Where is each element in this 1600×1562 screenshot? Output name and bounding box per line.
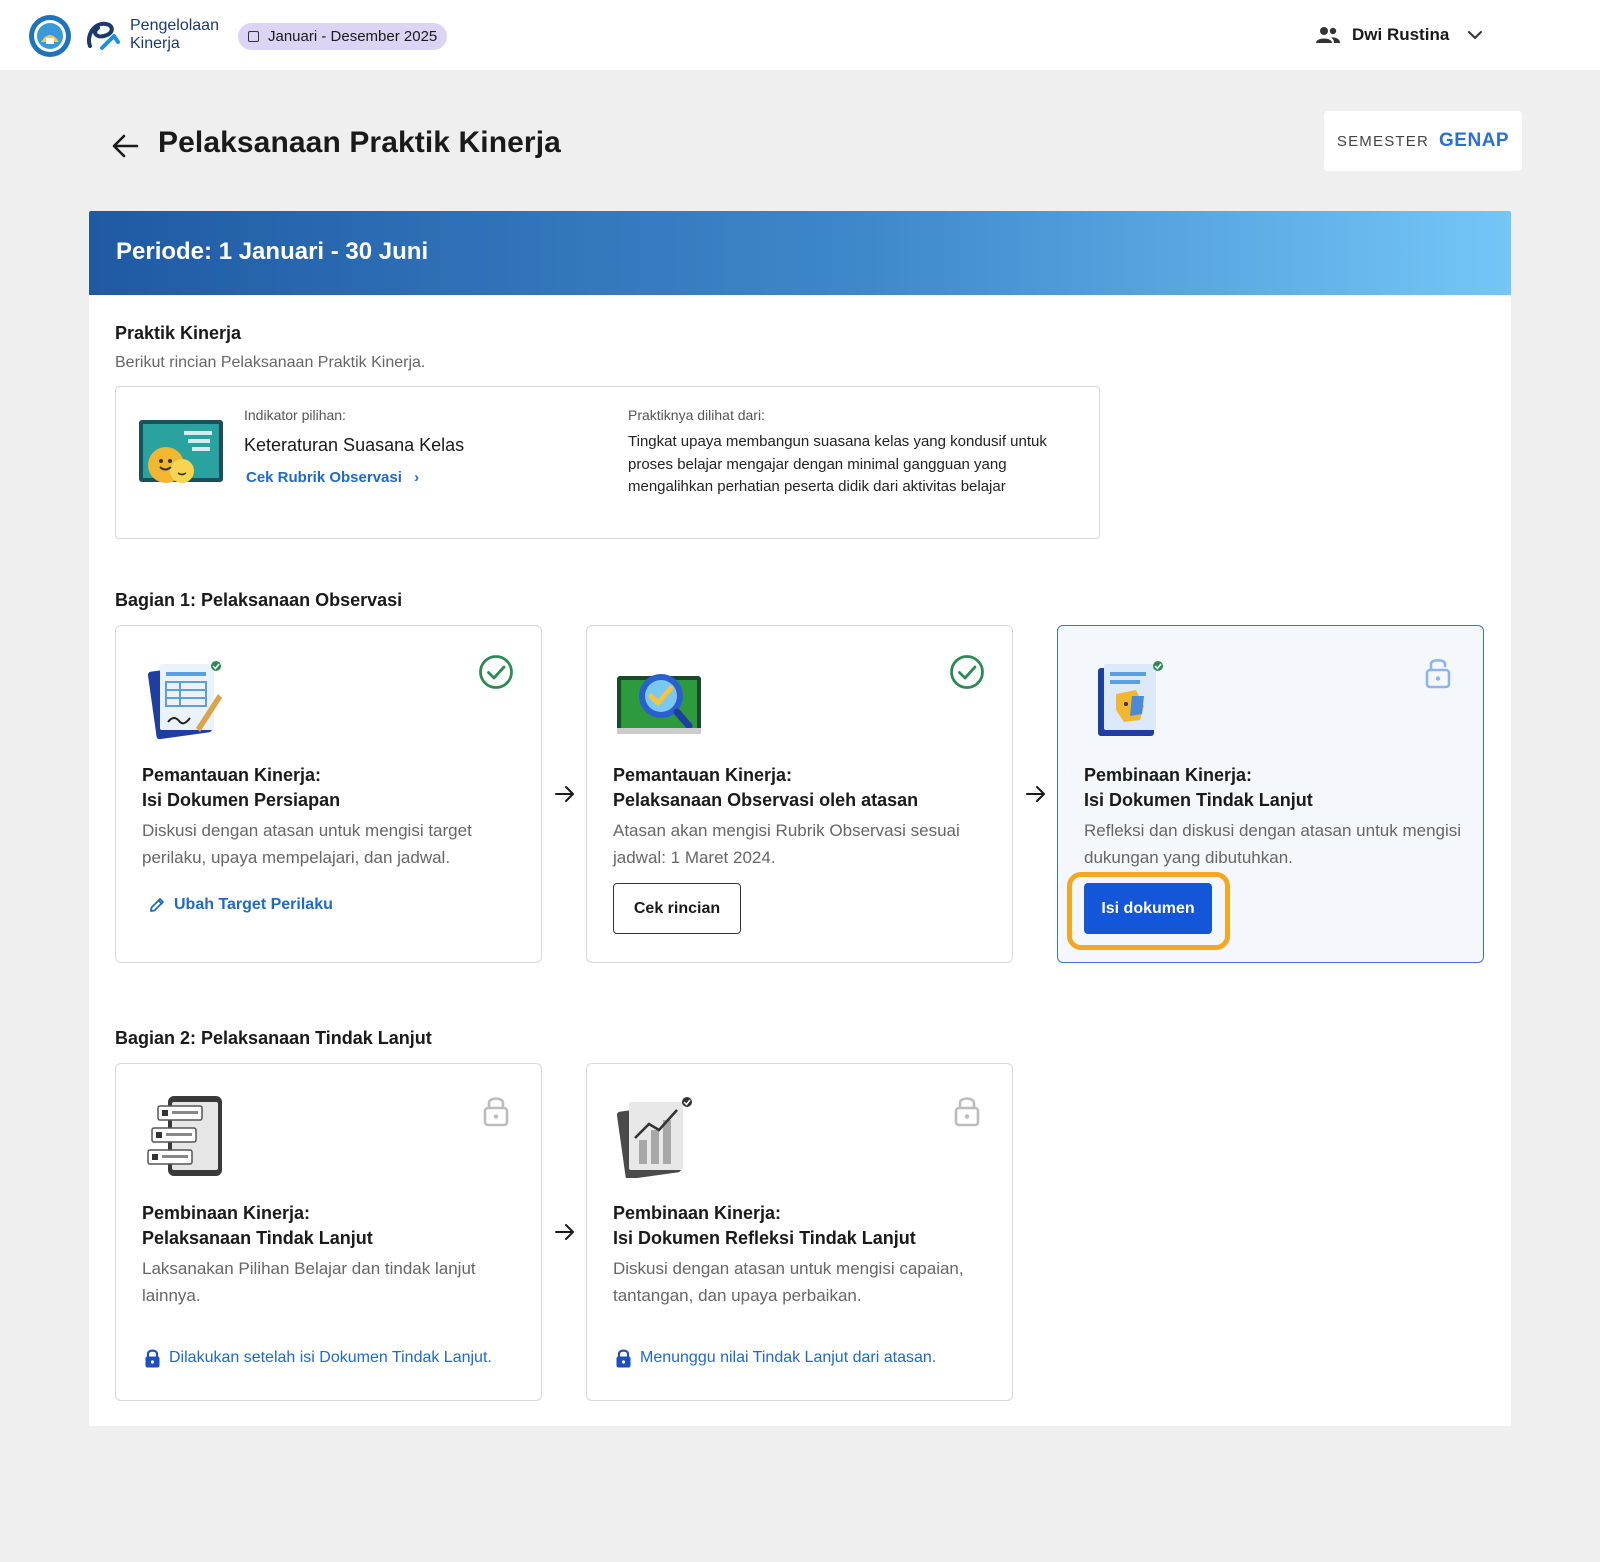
user-name: Dwi Rustina <box>1352 25 1450 44</box>
ministry-emblem-icon <box>29 15 71 57</box>
lock-icon <box>954 1097 980 1127</box>
arrow-right-icon <box>555 1224 574 1240</box>
period-chip-label: Januari - Desember 2025 <box>268 28 438 45</box>
period-chip[interactable]: Januari - Desember 2025 <box>238 23 448 50</box>
check-circle-icon <box>479 655 513 689</box>
bagian-2-title: Bagian 2: Pelaksanaan Tindak Lanjut <box>115 1028 432 1048</box>
pencil-icon <box>150 898 164 912</box>
step-description: Atasan akan mengisi Rubrik Observasi ses… <box>613 821 960 867</box>
edit-target-link[interactable]: Ubah Target Perilaku <box>148 896 333 914</box>
semester-indicator: SEMESTER GENAP <box>1324 111 1522 171</box>
lock-filled-icon <box>616 1349 631 1368</box>
document-preparation-icon <box>147 661 222 740</box>
step-card-isi-dokumen-persiapan: Pemantauan Kinerja: Isi Dokumen Persiapa… <box>115 625 542 963</box>
step-title-line-2: Pelaksanaan Observasi oleh atasan <box>613 790 919 810</box>
step-title-line-1: Pemantauan Kinerja: <box>613 765 793 785</box>
isi-dokumen-button[interactable]: Isi dokumen <box>1084 883 1212 934</box>
brand-logo-icon <box>87 21 120 50</box>
cek-rincian-button[interactable]: Cek rincian <box>613 883 741 934</box>
edit-target-label: Ubah Target Perilaku <box>174 896 333 913</box>
brand-name: Pengelolaan Kinerja <box>130 17 219 53</box>
practice-description: Tingkat upaya membangun suasana kelas ya… <box>628 433 1047 495</box>
brand-line-1: Pengelolaan <box>130 17 219 34</box>
back-arrow-icon[interactable] <box>110 131 140 161</box>
step-card-isi-dokumen-tindak-lanjut: Pembinaan Kinerja: Isi Dokumen Tindak La… <box>1057 625 1484 963</box>
step-title: Pemantauan Kinerja: Pelaksanaan Observas… <box>613 763 993 813</box>
step-description: Diskusi dengan atasan untuk mengisi targ… <box>142 821 472 867</box>
locked-note-text: Dilakukan setelah isi Dokumen Tindak Lan… <box>169 1349 492 1366</box>
lock-filled-icon <box>145 1349 160 1368</box>
locked-note-text: Menunggu nilai Tindak Lanjut dari atasan… <box>640 1349 937 1366</box>
semester-label: SEMESTER <box>1336 132 1430 150</box>
users-icon <box>1316 27 1340 43</box>
step-title-line-1: Pembinaan Kinerja: <box>613 1203 782 1223</box>
period-banner: Periode: 1 Januari - 30 Juni <box>89 211 1511 295</box>
indicator-name: Keteraturan Suasana Kelas <box>244 435 465 455</box>
classroom-illustration-icon <box>139 420 223 483</box>
step-card-refleksi-tindak-lanjut: Pembinaan Kinerja: Isi Dokumen Refleksi … <box>586 1063 1013 1401</box>
praktik-title: Praktik Kinerja <box>115 323 242 343</box>
praktik-subtitle: Berikut rincian Pelaksanaan Praktik Kine… <box>115 354 426 371</box>
step-card-pelaksanaan-observasi: Pemantauan Kinerja: Pelaksanaan Observas… <box>586 625 1013 963</box>
follow-up-document-icon <box>1098 661 1163 736</box>
period-banner-text: Periode: 1 Januari - 30 Juni <box>116 238 429 265</box>
brand-line-2: Kinerja <box>130 35 180 52</box>
user-menu[interactable]: Dwi Rustina <box>1316 20 1483 50</box>
semester-value: GENAP <box>1439 130 1510 151</box>
chevron-right-icon: › <box>414 469 420 486</box>
check-circle-icon <box>950 655 984 689</box>
step-title: Pembinaan Kinerja: Isi Dokumen Tindak La… <box>1084 763 1464 813</box>
step-title-line-1: Pembinaan Kinerja: <box>142 1203 311 1223</box>
step-title: Pembinaan Kinerja: Isi Dokumen Refleksi … <box>613 1201 993 1251</box>
checklist-tablet-icon <box>147 1096 222 1176</box>
step-title-line-2: Pelaksanaan Tindak Lanjut <box>142 1228 373 1248</box>
locked-note: Dilakukan setelah isi Dokumen Tindak Lan… <box>144 1348 492 1368</box>
step-title-line-1: Pemantauan Kinerja: <box>142 765 322 785</box>
practice-label: Praktiknya dilihat dari: <box>628 407 765 423</box>
arrow-right-icon <box>555 786 574 802</box>
step-description: Laksanakan Pilihan Belajar dan tindak la… <box>142 1259 476 1305</box>
lock-icon <box>483 1097 509 1127</box>
unlock-icon <box>1425 658 1451 689</box>
step-description: Diskusi dengan atasan untuk mengisi capa… <box>613 1259 964 1305</box>
arrow-right-icon <box>1026 786 1045 802</box>
rubric-link-label: Cek Rubrik Observasi <box>246 469 402 486</box>
main-card: Periode: 1 Januari - 30 Juni Praktik Kin… <box>89 211 1511 1426</box>
step-title-line-2: Isi Dokumen Refleksi Tindak Lanjut <box>613 1228 916 1248</box>
chevron-down-icon <box>1468 31 1483 39</box>
step-title: Pemantauan Kinerja: Isi Dokumen Persiapa… <box>142 763 522 813</box>
observation-magnifier-icon <box>617 674 701 734</box>
rubric-observation-link[interactable]: Cek Rubrik Observasi › <box>246 469 419 486</box>
step-title: Pembinaan Kinerja: Pelaksanaan Tindak La… <box>142 1201 522 1251</box>
indicator-label: Indikator pilihan: <box>244 407 346 423</box>
page-title: Pelaksanaan Praktik Kinerja <box>158 126 561 159</box>
step-card-pelaksanaan-tindak-lanjut: Pembinaan Kinerja: Pelaksanaan Tindak La… <box>115 1063 542 1401</box>
calendar-icon <box>248 31 259 42</box>
step-title-line-1: Pembinaan Kinerja: <box>1084 765 1253 785</box>
top-bar: Pengelolaan Kinerja Januari - Desember 2… <box>0 0 1600 70</box>
bagian-1-title: Bagian 1: Pelaksanaan Observasi <box>115 590 403 610</box>
locked-note: Menunggu nilai Tindak Lanjut dari atasan… <box>615 1348 936 1368</box>
indicator-box: Indikator pilihan: Keteraturan Suasana K… <box>115 386 1100 539</box>
reflection-report-icon <box>616 1097 692 1178</box>
step-description: Refleksi dan diskusi dengan atasan untuk… <box>1084 821 1462 867</box>
step-title-line-2: Isi Dokumen Tindak Lanjut <box>1084 790 1313 810</box>
step-title-line-2: Isi Dokumen Persiapan <box>142 790 341 810</box>
